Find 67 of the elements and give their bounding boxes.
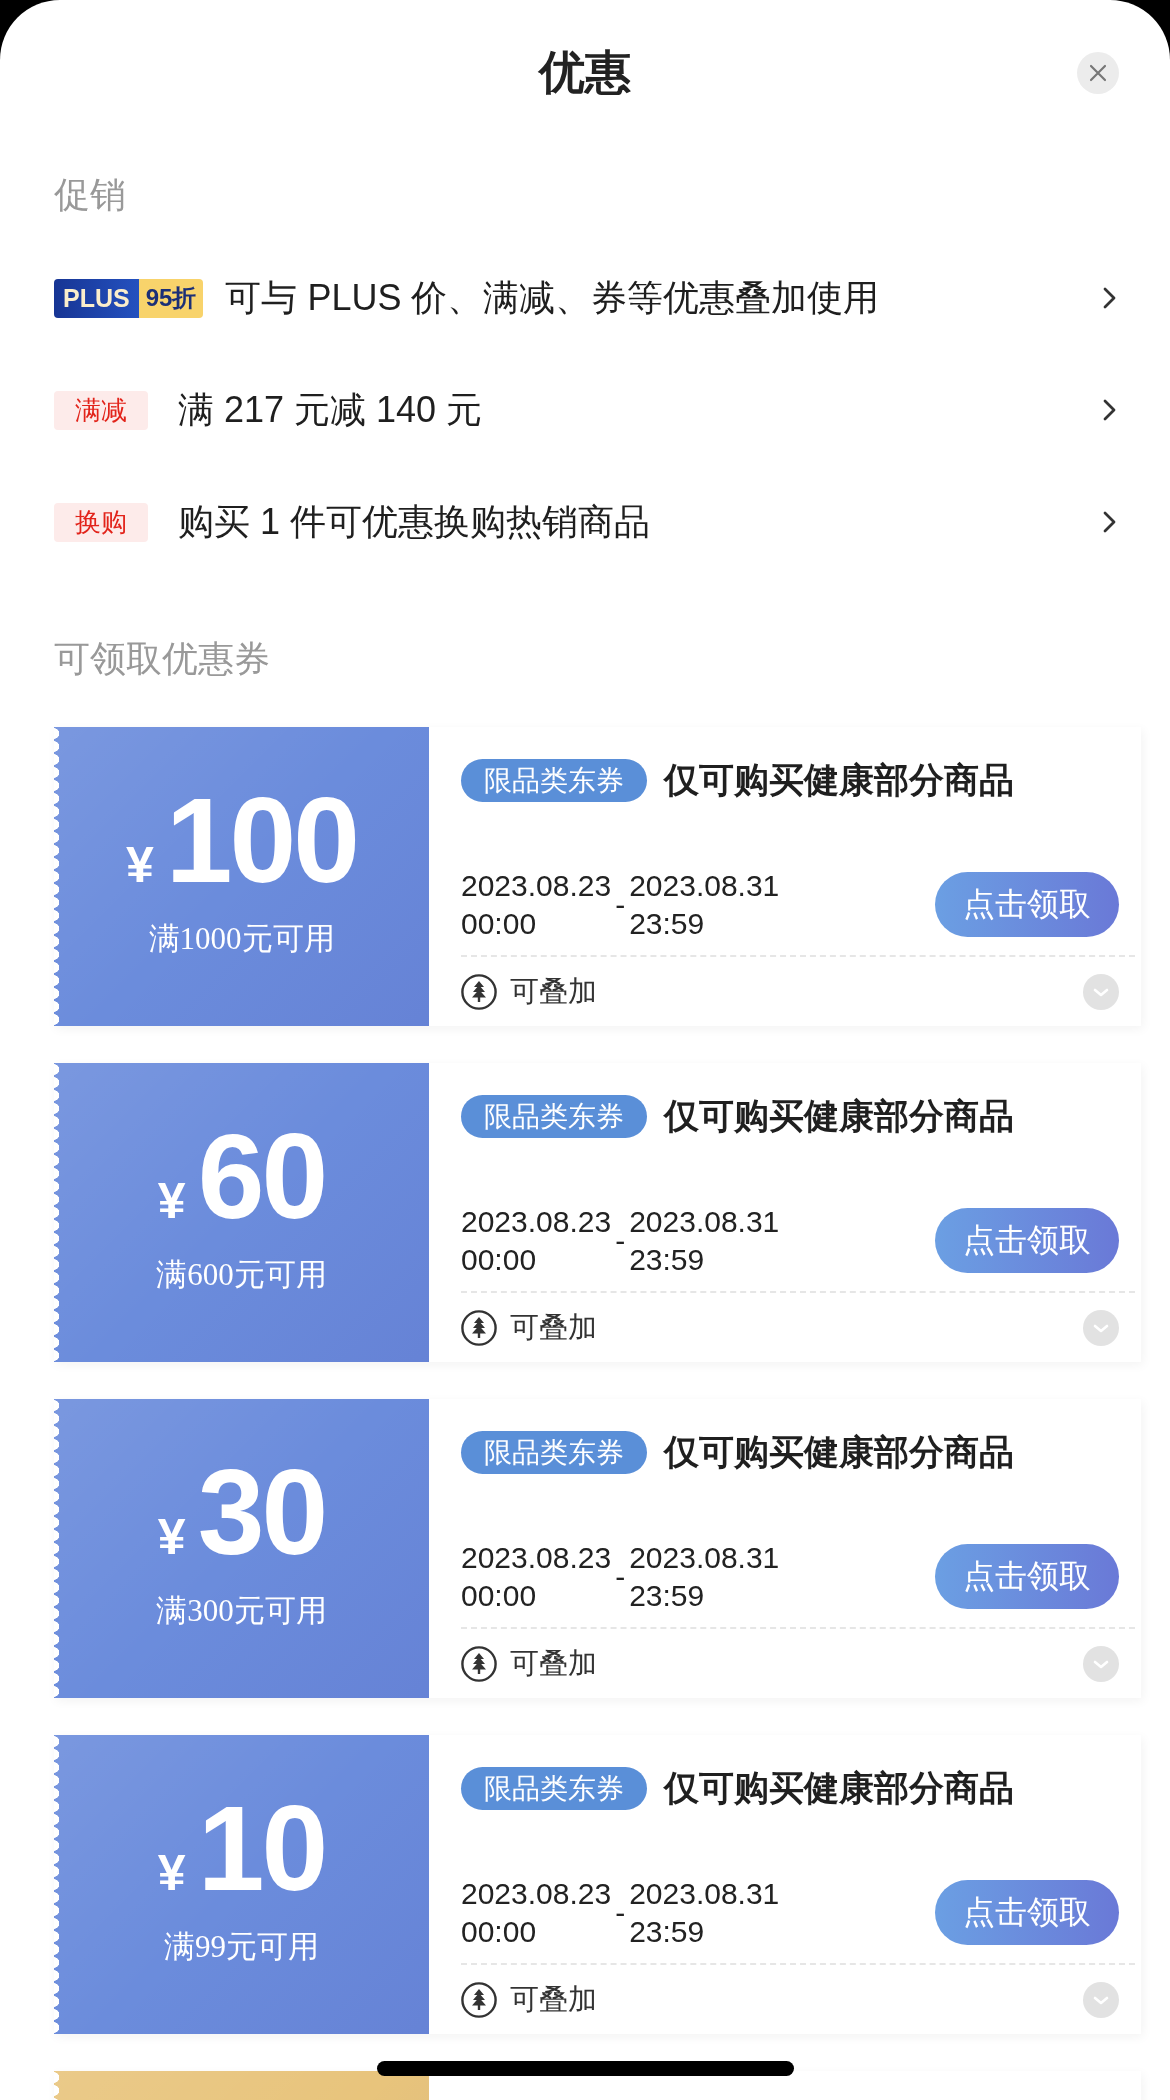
time-text: 23:59 (629, 1913, 706, 1950)
promo-text[interactable]: 满 217 元减 140 元 (178, 385, 1103, 435)
coupon-tag: 限品类东券 (461, 1431, 647, 1474)
coupon-amount: 100 (165, 780, 357, 900)
stackable-label: 可叠加 (510, 973, 597, 1009)
coupon-condition: 满300元可用 (156, 1592, 327, 1630)
time-text: 23:59 (629, 905, 706, 942)
promo-tag: 满减 (54, 390, 148, 430)
chevron-right-icon[interactable] (1103, 287, 1116, 309)
sheet-title: 优惠 (539, 44, 631, 100)
time-text: 00:00 (461, 1577, 538, 1614)
coupon-title: 仅可购买健康部分商品 (664, 1767, 1014, 1809)
date-separator: - (615, 1558, 626, 1595)
claim-button[interactable]: 点击领取 (935, 1880, 1119, 1945)
chevron-right-icon[interactable] (1103, 511, 1116, 533)
date-separator: - (615, 1222, 626, 1259)
coupon-title: 仅可购买健康部分商品 (664, 759, 1014, 801)
coupon-amount: 10 (197, 1788, 326, 1908)
date-text: 2023.08.31 (629, 1875, 780, 1912)
date-text: 2023.08.23 (461, 867, 612, 904)
stackable-label: 可叠加 (510, 1309, 597, 1345)
currency-symbol: ¥ (157, 1176, 186, 1226)
tree-icon (461, 1981, 497, 2018)
time-text: 00:00 (461, 905, 538, 942)
promo-text[interactable]: 可与 PLUS 价、满减、券等优惠叠加使用 (225, 273, 1103, 323)
discount-badge: 95折 (138, 278, 204, 318)
claim-button[interactable]: 点击领取 (935, 872, 1119, 937)
coupon-amount: 60 (197, 1116, 326, 1236)
date-text: 2023.08.23 (461, 1203, 612, 1240)
close-button[interactable] (1077, 51, 1119, 94)
chevron-right-icon[interactable] (1103, 399, 1116, 421)
stackable-label: 可叠加 (510, 1645, 597, 1681)
close-icon (1089, 63, 1107, 82)
claim-button[interactable]: 点击领取 (935, 1208, 1119, 1273)
date-text: 2023.08.23 (461, 1875, 612, 1912)
section-heading: 促销 (54, 173, 127, 217)
date-text: 2023.08.31 (629, 867, 780, 904)
coupon-tag: 限品类东券 (461, 1095, 647, 1138)
section-heading: 可领取优惠券 (54, 637, 271, 681)
date-separator: - (615, 1894, 626, 1931)
coupon-tag: 限品类东券 (461, 759, 647, 802)
time-text: 00:00 (461, 1913, 538, 1950)
date-separator: - (615, 886, 626, 923)
coupon-condition: 满600元可用 (156, 1256, 327, 1294)
currency-symbol: ¥ (157, 1848, 186, 1898)
tree-icon (461, 973, 497, 1010)
date-text: 2023.08.23 (461, 1539, 612, 1576)
date-text: 2023.08.31 (629, 1203, 780, 1240)
coupon-title: 仅可购买健康部分商品 (664, 1095, 1014, 1137)
tree-icon (461, 1645, 497, 1682)
currency-symbol: ¥ (157, 1512, 186, 1562)
date-text: 2023.08.31 (629, 1539, 780, 1576)
tree-icon (461, 1309, 497, 1346)
promo-text[interactable]: 购买 1 件可优惠换购热销商品 (178, 497, 1103, 547)
plus-badge: PLUS (54, 278, 139, 318)
coupon-amount: 30 (197, 1452, 326, 1572)
time-text: 23:59 (629, 1577, 706, 1614)
coupon-condition: 满99元可用 (164, 1928, 319, 1966)
coupon-tag: 限品类东券 (461, 1767, 647, 1810)
promo-tag: 换购 (54, 502, 148, 542)
currency-symbol: ¥ (126, 840, 154, 890)
time-text: 23:59 (629, 1241, 706, 1278)
coupon-title: 仅可购买健康部分商品 (664, 1431, 1014, 1473)
claim-button[interactable]: 点击领取 (935, 1544, 1119, 1609)
stackable-label: 可叠加 (510, 1981, 597, 2017)
time-text: 00:00 (461, 1241, 538, 1278)
coupon-condition: 满1000元可用 (148, 920, 335, 958)
